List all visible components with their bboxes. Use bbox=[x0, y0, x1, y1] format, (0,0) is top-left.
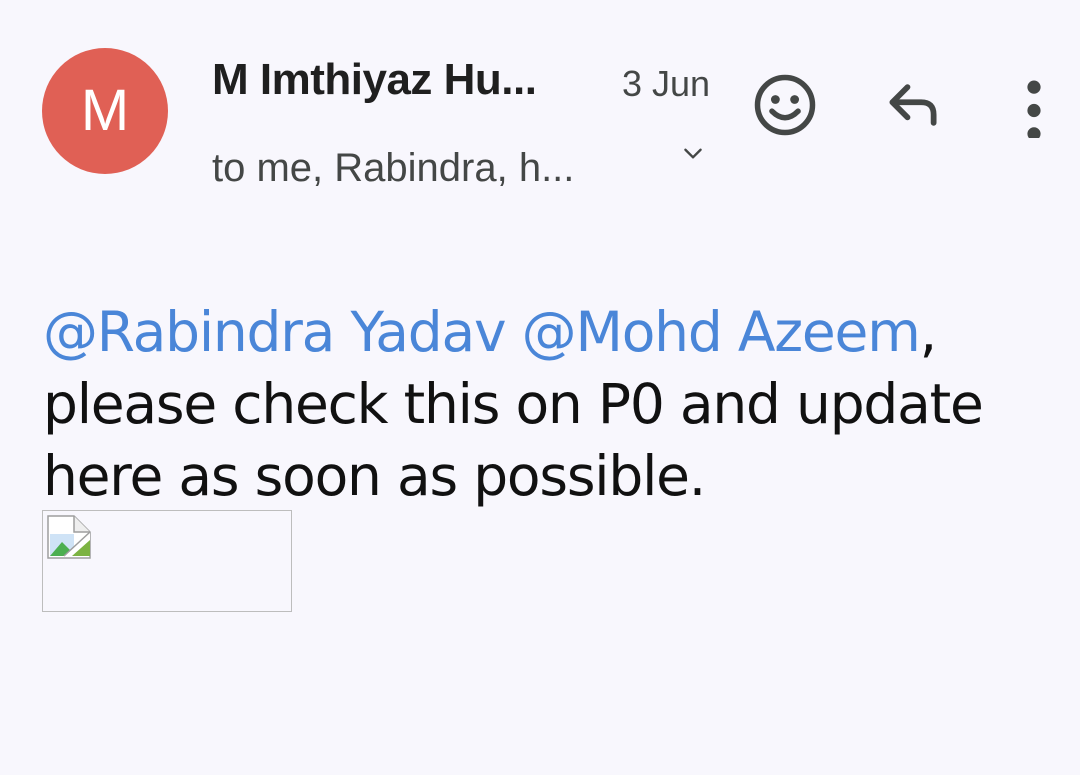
emoji-reaction-icon bbox=[754, 74, 816, 136]
mention-comma: , bbox=[919, 300, 938, 364]
recipients-label: to me, Rabindra, h... bbox=[212, 146, 575, 190]
chevron-down-icon bbox=[684, 148, 702, 159]
recipients-toggle[interactable]: to me, Rabindra, h... bbox=[212, 138, 712, 198]
mention-separator bbox=[505, 300, 521, 364]
mention-mohd-azeem[interactable]: @Mohd Azeem bbox=[522, 300, 921, 364]
reply-button[interactable] bbox=[880, 72, 946, 138]
more-vert-icon bbox=[1027, 80, 1041, 138]
more-options-button[interactable] bbox=[990, 72, 1056, 138]
email-header: M M Imthiyaz Hu... 3 Jun to me, Rabindra… bbox=[0, 0, 1080, 230]
emoji-reaction-button[interactable] bbox=[752, 72, 818, 138]
sender-avatar[interactable]: M bbox=[42, 48, 168, 174]
email-message-text: please check this on P0 and update here … bbox=[43, 372, 984, 508]
broken-image-icon bbox=[47, 515, 91, 559]
email-date: 3 Jun bbox=[622, 63, 711, 104]
inline-image-placeholder[interactable] bbox=[42, 510, 292, 612]
mention-rabindra-yadav[interactable]: @Rabindra Yadav bbox=[43, 300, 507, 364]
email-body: @Rabindra Yadav @Mohd Azeem, please check… bbox=[43, 296, 1043, 512]
sender-name[interactable]: M Imthiyaz Hu... bbox=[212, 50, 602, 110]
reply-icon bbox=[889, 84, 937, 126]
